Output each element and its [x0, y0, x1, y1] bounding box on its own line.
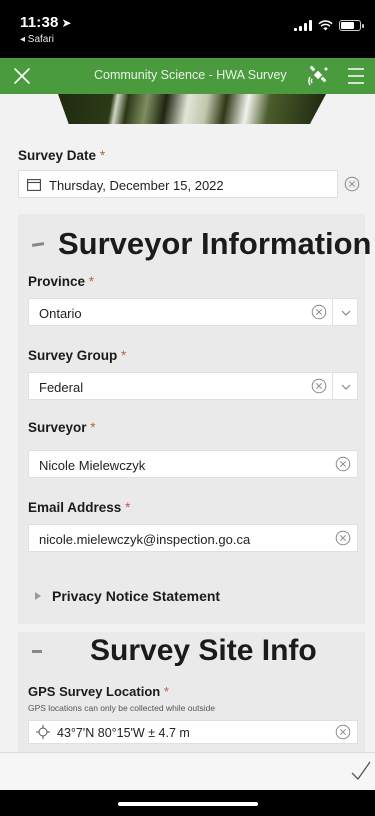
status-indicators — [294, 20, 364, 31]
required-mark: * — [163, 684, 169, 699]
banner-image — [58, 94, 326, 124]
page-title: Community Science - HWA Survey — [94, 68, 287, 82]
surveyor-field[interactable]: Nicole Mielewczyk — [28, 450, 358, 478]
survey-date-value: Thursday, December 15, 2022 — [49, 178, 224, 193]
email-label-text: Email Address — [28, 500, 122, 515]
home-indicator-bar — [0, 790, 375, 816]
survey-date-field[interactable]: Thursday, December 15, 2022 — [18, 170, 338, 198]
clear-icon[interactable] — [335, 456, 351, 472]
app-header: Community Science - HWA Survey — [0, 58, 375, 94]
survey-date-label-text: Survey Date — [18, 148, 97, 163]
signal-icon — [294, 20, 312, 31]
disclosure-triangle-icon — [35, 592, 41, 600]
crosshair-icon[interactable] — [36, 725, 50, 739]
back-to-safari[interactable]: ◂ Safari — [20, 34, 54, 45]
gps-hint: GPS locations can only be collected whil… — [28, 703, 216, 713]
survey-group-dropdown-button[interactable] — [332, 372, 358, 400]
status-bar: 11:38 ➤ ◂ Safari — [0, 0, 375, 58]
survey-group-label-text: Survey Group — [28, 348, 118, 363]
survey-date-label: Survey Date * — [18, 148, 105, 163]
survey-group-value: Federal — [39, 380, 84, 395]
wifi-icon — [318, 20, 333, 31]
email-label: Email Address * — [28, 500, 130, 515]
province-field[interactable]: Ontario — [28, 298, 332, 326]
battery-icon — [339, 20, 364, 31]
close-icon[interactable] — [10, 64, 34, 88]
gps-location-label: GPS Survey Location * — [28, 684, 169, 699]
privacy-notice-toggle[interactable]: Privacy Notice Statement — [34, 588, 220, 604]
required-mark: * — [121, 348, 127, 363]
surveyor-value: Nicole Mielewczyk — [39, 458, 146, 473]
gps-location-field[interactable]: 43°7'N 80°15'W ± 4.7 m — [28, 720, 358, 744]
province-label: Province * — [28, 274, 94, 289]
gps-location-value: 43°7'N 80°15'W ± 4.7 m — [57, 726, 190, 740]
required-mark: * — [88, 274, 95, 289]
email-field[interactable]: nicole.mielewczyk@inspection.go.ca — [28, 524, 358, 552]
status-time-text: 11:38 — [20, 14, 59, 31]
location-arrow-icon: ➤ — [61, 16, 72, 30]
privacy-notice-label: Privacy Notice Statement — [52, 588, 221, 604]
bottom-toolbar — [0, 752, 375, 791]
clear-icon[interactable] — [335, 530, 351, 546]
site-section-title: Survey Site Info — [90, 634, 317, 667]
required-mark: * — [99, 148, 106, 163]
survey-group-label: Survey Group * — [28, 348, 126, 363]
collapse-icon — [32, 649, 42, 653]
clear-icon[interactable] — [335, 724, 351, 740]
home-indicator[interactable] — [118, 802, 258, 806]
surveyor-section-header[interactable]: Surveyor Information — [31, 226, 372, 262]
required-mark: * — [125, 500, 131, 515]
clear-icon[interactable] — [344, 176, 360, 192]
province-label-text: Province — [28, 274, 86, 289]
required-mark: * — [90, 420, 96, 435]
province-value: Ontario — [39, 306, 82, 321]
surveyor-label: Surveyor * — [28, 420, 96, 435]
calendar-icon — [27, 179, 41, 191]
survey-group-field[interactable]: Federal — [28, 372, 332, 400]
clear-icon[interactable] — [311, 378, 327, 394]
checkmark-icon[interactable] — [350, 759, 372, 781]
menu-icon[interactable] — [346, 66, 366, 86]
surveyor-label-text: Surveyor — [28, 420, 87, 435]
status-time: 11:38 ➤ — [20, 14, 72, 31]
email-value: nicole.mielewczyk@inspection.go.ca — [39, 532, 251, 547]
chevron-down-icon — [341, 384, 351, 390]
satellite-icon[interactable] — [306, 63, 332, 89]
chevron-down-icon — [341, 310, 351, 316]
surveyor-section-title: Surveyor Information — [58, 226, 372, 261]
site-section-header[interactable]: Survey Site Info — [32, 634, 317, 668]
collapse-icon — [31, 241, 45, 247]
province-dropdown-button[interactable] — [332, 298, 358, 326]
clear-icon[interactable] — [311, 304, 327, 320]
gps-location-label-text: GPS Survey Location — [28, 684, 161, 699]
